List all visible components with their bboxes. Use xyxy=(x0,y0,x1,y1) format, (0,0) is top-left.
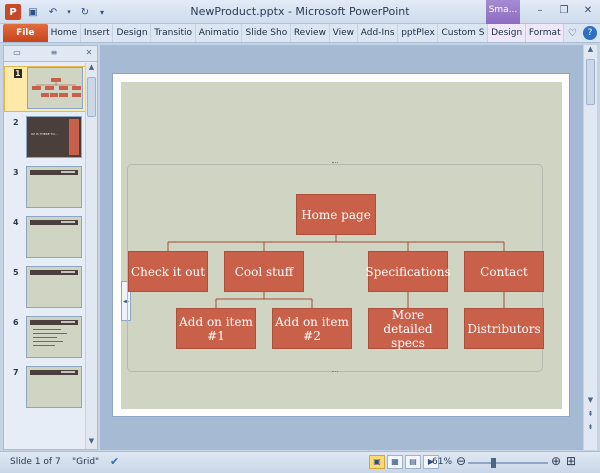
next-slide-icon[interactable]: ⇟ xyxy=(585,423,596,434)
help-icon[interactable]: ? xyxy=(583,26,597,40)
mini-org-chart xyxy=(32,78,81,97)
slide-sorter-view-button[interactable]: ▦ xyxy=(387,455,403,469)
close-icon[interactable]: ✕ xyxy=(580,3,596,18)
slide-thumbnail-6[interactable]: 6 xyxy=(4,316,86,362)
panel-tabs: ▭ ≡ ✕ xyxy=(4,46,97,62)
tab-smartart-design[interactable]: Design xyxy=(488,24,526,42)
fit-to-window-icon[interactable]: ⊞ xyxy=(566,454,576,468)
scroll-up-icon[interactable]: ▲ xyxy=(86,63,97,75)
slide-thumbnails: 1 2 UP IS THERE TO... 3 4 5 6 7 xyxy=(4,63,86,449)
slide-preview xyxy=(26,216,82,258)
slide-thumbnail-1[interactable]: 1 xyxy=(4,66,86,112)
slide-thumbnail-7[interactable]: 7 xyxy=(4,366,86,412)
ribbon-tabs: File Home Insert Design Transitio Animat… xyxy=(0,24,600,43)
slides-panel: ▭ ≡ ✕ 1 2 UP IS THERE TO... 3 4 5 6 7 ▲ … xyxy=(3,45,98,450)
tab-animations[interactable]: Animatio xyxy=(196,24,243,42)
contextual-tab-smartart[interactable]: Sma... xyxy=(486,0,520,24)
close-panel-icon[interactable]: ✕ xyxy=(82,48,96,59)
minimize-icon[interactable]: – xyxy=(532,3,548,18)
zoom-level[interactable]: 61% xyxy=(432,457,452,467)
zoom-out-icon[interactable]: ⊖ xyxy=(456,454,466,468)
node-cool-stuff[interactable]: Cool stuff xyxy=(224,251,304,292)
scrollbar-thumb[interactable] xyxy=(586,59,595,105)
slide-number: 5 xyxy=(13,268,19,277)
tab-smartart-format[interactable]: Format xyxy=(525,24,565,42)
current-slide[interactable]: ◂▸ Home page Check it out Cool stuff Spe… xyxy=(112,73,570,417)
slide-number: 6 xyxy=(13,318,19,327)
slide-preview xyxy=(26,266,82,308)
spelling-check-icon[interactable]: ✔ xyxy=(110,455,119,468)
slide-number: 2 xyxy=(13,118,19,127)
slide-number: 4 xyxy=(13,218,19,227)
tab-home[interactable]: Home xyxy=(48,24,81,42)
tab-insert[interactable]: Insert xyxy=(81,24,114,42)
node-add-on-item-2[interactable]: Add on item #2 xyxy=(272,308,352,349)
normal-view-button[interactable]: ▣ xyxy=(369,455,385,469)
tab-pptplex[interactable]: pptPlex xyxy=(398,24,439,42)
slide-counter: Slide 1 of 7 xyxy=(10,457,61,467)
scroll-up-icon[interactable]: ▲ xyxy=(584,45,597,57)
slide-preview xyxy=(27,67,83,109)
slide-number: 7 xyxy=(13,368,19,377)
node-add-on-item-1[interactable]: Add on item #1 xyxy=(176,308,256,349)
slide-preview xyxy=(26,166,82,208)
zoom-in-icon[interactable]: ⊕ xyxy=(551,454,561,468)
slides-tab-icon[interactable]: ▭ xyxy=(10,48,24,59)
slide-editing-area: ◂▸ Home page Check it out Cool stuff Spe… xyxy=(100,45,597,450)
tab-design[interactable]: Design xyxy=(113,24,152,42)
scroll-down-icon[interactable]: ▼ xyxy=(86,437,97,449)
node-distributors[interactable]: Distributors xyxy=(464,308,544,349)
thumbnail-scrollbar[interactable]: ▲ ▼ xyxy=(85,63,97,449)
tab-transitions[interactable]: Transitio xyxy=(151,24,196,42)
tab-slide-show[interactable]: Slide Sho xyxy=(242,24,291,42)
scrollbar-thumb[interactable] xyxy=(87,77,96,117)
tab-file[interactable]: File xyxy=(3,24,48,42)
zoom-slider[interactable] xyxy=(468,458,548,468)
status-bar: Slide 1 of 7 "Grid" ✔ ▣ ▦ ▤ ▶ 61% ⊖ ⊕ ⊞ xyxy=(0,451,600,473)
title-bar: P ▣ ↶ ▾ ↻ ▾ NewProduct.pptx - Microsoft … xyxy=(0,0,600,24)
node-contact[interactable]: Contact xyxy=(464,251,544,292)
node-specifications[interactable]: Specifications xyxy=(365,251,451,292)
slide-number: 3 xyxy=(13,168,19,177)
window-controls: – ❐ ✕ xyxy=(532,3,596,18)
ribbon-collapse-icon[interactable]: ♡ xyxy=(564,24,580,42)
smartart-frame[interactable]: Home page Check it out Cool stuff Specif… xyxy=(127,162,544,372)
scroll-down-icon[interactable]: ▼ xyxy=(584,396,597,408)
slide-preview xyxy=(26,316,82,358)
restore-icon[interactable]: ❐ xyxy=(556,3,572,18)
node-check-it-out[interactable]: Check it out xyxy=(128,251,208,292)
tab-review[interactable]: Review xyxy=(291,24,330,42)
slide-preview: UP IS THERE TO... xyxy=(26,116,82,158)
slide-preview xyxy=(26,366,82,408)
theme-name: "Grid" xyxy=(72,457,100,467)
node-home-page[interactable]: Home page xyxy=(296,194,376,235)
outline-tab-icon[interactable]: ≡ xyxy=(47,48,61,59)
node-more-detailed-specs[interactable]: More detailed specs xyxy=(368,308,448,350)
zoom-slider-thumb[interactable] xyxy=(490,458,496,468)
previous-slide-icon[interactable]: ⇞ xyxy=(585,410,596,421)
tab-view[interactable]: View xyxy=(330,24,358,42)
tab-custom-slide-show[interactable]: Custom S xyxy=(438,24,489,42)
tab-add-ins[interactable]: Add-Ins xyxy=(358,24,399,42)
slide-thumbnail-4[interactable]: 4 xyxy=(4,216,86,262)
slide-2-title: UP IS THERE TO... xyxy=(31,132,58,136)
slide-number: 1 xyxy=(14,69,22,78)
slide-scrollbar[interactable]: ▲ ▼ ⇞ ⇟ xyxy=(583,45,597,450)
slide-thumbnail-3[interactable]: 3 xyxy=(4,166,86,212)
slide-thumbnail-2[interactable]: 2 UP IS THERE TO... xyxy=(4,116,86,162)
reading-view-button[interactable]: ▤ xyxy=(405,455,421,469)
slide-thumbnail-5[interactable]: 5 xyxy=(4,266,86,312)
